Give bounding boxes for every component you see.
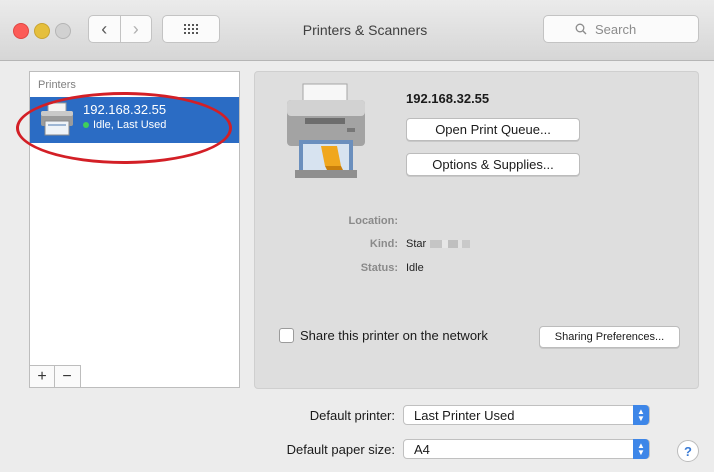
minimize-window-button[interactable] [34,23,50,39]
search-field[interactable] [543,15,699,43]
printer-icon [41,102,73,136]
share-printer-label: Share this printer on the network [300,328,488,343]
location-label: Location: [348,215,399,227]
search-icon [575,23,587,35]
default-printer-select[interactable]: Last Printer Used ▲ ▼ [403,405,650,425]
add-remove-bar: + − [29,365,81,388]
printer-list-item[interactable]: 192.168.32.55 Idle, Last Used [30,97,239,143]
redacted-block [430,240,471,249]
options-supplies-button[interactable]: Options & Supplies... [406,153,580,176]
zoom-window-button[interactable] [55,23,71,39]
help-button[interactable]: ? [677,440,699,462]
status-label: Status: [360,262,398,274]
show-all-button[interactable] [162,15,220,43]
chevron-right-icon: › [132,18,139,39]
share-printer-option: Share this printer on the network [279,328,488,343]
back-button[interactable]: ‹ [89,16,120,42]
kind-value-text: Star [406,238,427,250]
printer-status: Idle, Last Used [83,119,166,131]
printer-list: Printers 192.168.32.55 Idle, Last Used [29,71,240,388]
nav-buttons: ‹ › [88,15,152,43]
window-title: Printers & Scanners [302,22,428,38]
updown-chevron-icon: ▲ ▼ [633,405,649,425]
title-bar: ‹ › Printers & Scanners [0,0,714,61]
sharing-preferences-button[interactable]: Sharing Preferences... [539,326,680,348]
kind-label: Kind: [369,238,398,250]
share-printer-checkbox[interactable] [279,328,294,343]
default-printer-value: Last Printer Used [414,407,515,423]
default-paper-size-label: Default paper size: [286,442,395,457]
printer-status-text: Idle, Last Used [93,119,167,131]
forward-button[interactable]: › [119,16,152,42]
grid-icon [184,24,198,34]
add-printer-button[interactable]: + [30,366,54,387]
default-printer-label: Default printer: [309,408,395,423]
large-printer-icon [287,83,365,178]
printer-name: 192.168.32.55 [83,102,167,117]
status-value: Idle [406,262,424,274]
kind-value: Star [406,238,471,250]
default-paper-size-select[interactable]: A4 ▲ ▼ [403,439,650,459]
status-dot-icon [83,122,89,128]
selected-printer-name: 192.168.32.55 [406,91,490,106]
open-print-queue-button[interactable]: Open Print Queue... [406,118,580,141]
updown-chevron-icon: ▲ ▼ [633,439,649,459]
close-window-button[interactable] [13,23,29,39]
chevron-left-icon: ‹ [101,18,108,39]
default-paper-size-value: A4 [414,441,430,457]
printer-list-header: Printers [38,79,76,91]
search-input[interactable] [593,20,667,38]
remove-printer-button[interactable]: − [54,366,79,387]
